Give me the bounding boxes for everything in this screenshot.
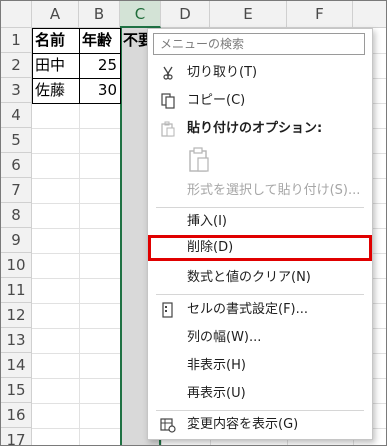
row-header-17[interactable]: 17 (1, 428, 32, 445)
menu-search-input[interactable]: メニューの検索 (153, 33, 365, 55)
column-header-b[interactable]: B (79, 1, 120, 28)
menu-item-cut[interactable]: 切り取り(T) (148, 60, 372, 86)
spreadsheet: A B C D E F 1 2 3 4 5 6 7 8 9 10 11 12 1… (0, 0, 387, 446)
row-header-14[interactable]: 14 (1, 353, 32, 378)
menu-item-column-width[interactable]: 列の幅(W)... (148, 325, 372, 351)
paste-option-icon[interactable] (188, 147, 210, 173)
menu-item-hide-label: 非表示(H) (187, 358, 246, 373)
menu-separator (156, 207, 364, 208)
column-header-e[interactable]: E (210, 1, 287, 28)
format-cells-icon (162, 302, 173, 318)
row-header-12[interactable]: 12 (1, 303, 32, 328)
row-header-4[interactable]: 4 (1, 103, 32, 128)
menu-item-clear-contents-label: 数式と値のクリア(N) (187, 270, 311, 285)
column-header-f[interactable]: F (287, 1, 353, 28)
copy-icon (161, 93, 175, 109)
menu-item-unhide-label: 再表示(U) (187, 386, 246, 401)
menu-item-insert-label: 挿入(I) (187, 214, 227, 229)
menu-item-paste-special-label: 形式を選択して貼り付け(S)... (187, 183, 361, 198)
cell-b1[interactable]: 年齢 (79, 28, 120, 53)
menu-item-cut-label: 切り取り(T) (187, 65, 258, 80)
menu-item-delete-label: 削除(D) (187, 240, 234, 255)
menu-item-show-changes[interactable]: 変更内容を表示(G) (148, 412, 372, 438)
row-header-11[interactable]: 11 (1, 278, 32, 303)
menu-item-paste-special[interactable]: 形式を選択して貼り付け(S)... (148, 178, 372, 204)
row-header-13[interactable]: 13 (1, 328, 32, 353)
menu-item-hide[interactable]: 非表示(H) (148, 353, 372, 379)
menu-item-show-changes-label: 変更内容を表示(G) (187, 417, 299, 432)
menu-item-column-width-label: 列の幅(W)... (187, 330, 262, 345)
cell-a2[interactable]: 田中 (32, 53, 79, 78)
row-header-1[interactable]: 1 (1, 28, 32, 53)
column-header-d[interactable]: D (161, 1, 210, 28)
row-header-15[interactable]: 15 (1, 378, 32, 403)
row-header-3[interactable]: 3 (1, 78, 32, 103)
menu-item-unhide[interactable]: 再表示(U) (148, 381, 372, 407)
column-header-g[interactable] (353, 1, 386, 28)
row-header-9[interactable]: 9 (1, 228, 32, 253)
menu-item-copy-label: コピー(C) (187, 93, 246, 108)
cell-a3[interactable]: 佐藤 (32, 78, 79, 103)
row-header-10[interactable]: 10 (1, 253, 32, 278)
select-all-corner[interactable] (1, 1, 32, 28)
menu-item-paste-options: 貼り付けのオプション: (148, 116, 372, 142)
row-header-5[interactable]: 5 (1, 128, 32, 153)
cell-b3[interactable]: 30 (79, 78, 120, 103)
menu-item-format-cells-label: セルの書式設定(F)... (187, 302, 309, 317)
column-header-a[interactable]: A (32, 1, 79, 28)
menu-item-clear-contents[interactable]: 数式と値のクリア(N) (148, 265, 372, 291)
row-header-2[interactable]: 2 (1, 53, 32, 78)
cell-a1[interactable]: 名前 (32, 28, 79, 53)
scissors-icon (163, 66, 173, 80)
row-header-8[interactable]: 8 (1, 203, 32, 228)
row-header-16[interactable]: 16 (1, 403, 32, 428)
menu-separator (156, 294, 364, 295)
menu-separator (156, 410, 364, 411)
menu-item-copy[interactable]: コピー(C) (148, 88, 372, 114)
menu-item-paste-options-label: 貼り付けのオプション: (187, 121, 323, 136)
row-header-7[interactable]: 7 (1, 178, 32, 203)
menu-item-format-cells[interactable]: セルの書式設定(F)... (148, 297, 372, 323)
show-changes-icon (160, 418, 176, 433)
cell-b2[interactable]: 25 (79, 53, 120, 78)
column-header-c[interactable]: C (120, 1, 161, 28)
menu-item-insert[interactable]: 挿入(I) (148, 209, 372, 235)
context-menu: メニューの検索 切り取り(T) コピー(C) 貼り付けのオプション: 形式を選択… (147, 28, 373, 440)
row-header-6[interactable]: 6 (1, 153, 32, 178)
menu-item-delete[interactable]: 削除(D) (148, 235, 372, 261)
paste-icon (161, 121, 175, 137)
